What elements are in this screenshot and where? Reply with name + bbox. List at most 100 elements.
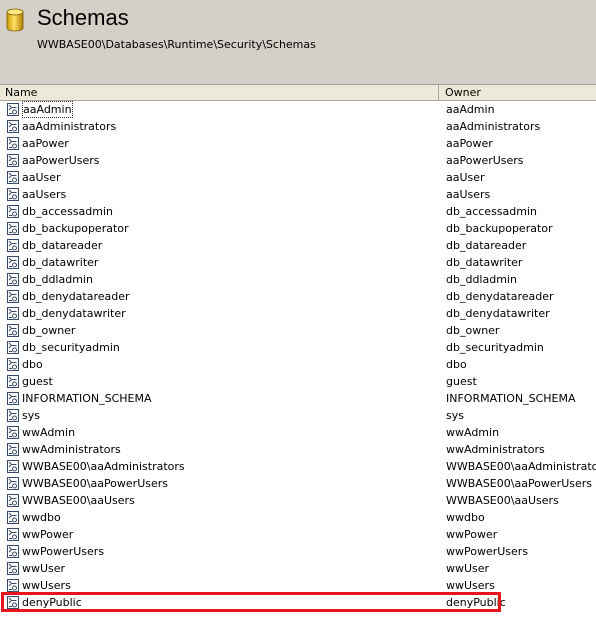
schema-name: db_owner [22,324,76,337]
schema-name: wwUser [22,562,66,575]
schema-icon [7,290,19,303]
table-row[interactable]: db_accessadmin db_accessadmin [0,203,596,220]
schema-icon [7,426,19,439]
schema-owner: aaAdministrators [446,120,541,133]
schema-icon [7,171,19,184]
schema-name: db_datareader [22,239,103,252]
column-header-name[interactable]: Name [0,85,439,100]
table-row[interactable]: wwAdministrators wwAdministrators [0,441,596,458]
schema-name: db_securityadmin [22,341,120,354]
schema-owner: WWBASE00\aaAdministrators [446,460,596,473]
column-header-owner[interactable]: Owner [440,85,596,100]
schema-owner: db_denydatawriter [446,307,550,320]
schema-icon [7,222,19,235]
schema-name: wwPowerUsers [22,545,105,558]
table-row[interactable]: WWBASE00\aaAdministrators WWBASE00\aaAdmi… [0,458,596,475]
table-row[interactable]: wwAdmin wwAdmin [0,424,596,441]
schema-owner: WWBASE00\aaUsers [446,494,559,507]
table-row[interactable]: wwUser wwUser [0,560,596,577]
schema-icon [7,494,19,507]
schema-owner: wwAdministrators [446,443,545,456]
schema-icon [7,528,19,541]
table-row[interactable]: dbo dbo [0,356,596,373]
schema-icon [7,579,19,592]
schema-name: aaAdmin [22,101,73,118]
schema-icon [7,358,19,371]
schema-owner: db_accessadmin [446,205,537,218]
table-row[interactable]: db_securityadmin db_securityadmin [0,339,596,356]
schema-owner: db_denydatareader [446,290,554,303]
schema-owner: db_securityadmin [446,341,544,354]
table-row[interactable]: wwPowerUsers wwPowerUsers [0,543,596,560]
schema-owner: aaPowerUsers [446,154,524,167]
schema-icon [7,562,19,575]
table-row[interactable]: db_denydatawriter db_denydatawriter [0,305,596,322]
schema-icon [7,120,19,133]
schema-name: aaUser [22,171,61,184]
table-row[interactable]: wwPower wwPower [0,526,596,543]
schema-name: db_denydatawriter [22,307,126,320]
schema-name: db_accessadmin [22,205,113,218]
schema-owner: db_owner [446,324,500,337]
schema-name: aaPower [22,137,69,150]
table-row[interactable]: aaPower aaPower [0,135,596,152]
schema-owner: db_datawriter [446,256,523,269]
schema-owner: sys [446,409,464,422]
schema-owner: wwUser [446,562,490,575]
table-row[interactable]: INFORMATION_SCHEMA INFORMATION_SCHEMA [0,390,596,407]
table-row[interactable]: WWBASE00\aaPowerUsers WWBASE00\aaPowerUse… [0,475,596,492]
table-row[interactable]: db_denydatareader db_denydatareader [0,288,596,305]
table-row[interactable]: wwdbo wwdbo [0,509,596,526]
schema-owner: aaPower [446,137,493,150]
schema-owner: wwAdmin [446,426,500,439]
schema-icon [7,239,19,252]
table-row[interactable]: db_backupoperator db_backupoperator [0,220,596,237]
schema-owner: wwPowerUsers [446,545,529,558]
table-row[interactable]: sys sys [0,407,596,424]
schema-icon [7,477,19,490]
schema-name: WWBASE00\aaPowerUsers [22,477,169,490]
schema-icon [7,375,19,388]
table-row[interactable]: db_owner db_owner [0,322,596,339]
table-row[interactable]: WWBASE00\aaUsers WWBASE00\aaUsers [0,492,596,509]
schema-icon [7,137,19,150]
schema-icon [7,341,19,354]
schema-owner: db_datareader [446,239,527,252]
schema-icon [7,409,19,422]
table-row[interactable]: aaAdmin aaAdmin [0,101,596,118]
schema-name: db_ddladmin [22,273,93,286]
schema-icon [7,545,19,558]
schema-owner: wwdbo [446,511,485,524]
table-row[interactable]: guest guest [0,373,596,390]
table-row[interactable]: db_datawriter db_datawriter [0,254,596,271]
schema-name: WWBASE00\aaUsers [22,494,135,507]
table-row[interactable]: aaUsers aaUsers [0,186,596,203]
schema-name: guest [22,375,53,388]
schema-owner: dbo [446,358,467,371]
schema-icon [7,205,19,218]
schema-owner: INFORMATION_SCHEMA [446,392,576,405]
schema-icon [7,188,19,201]
schema-name: wwdbo [22,511,61,524]
table-row[interactable]: aaAdministrators aaAdministrators [0,118,596,135]
schema-name: db_denydatareader [22,290,130,303]
toolbar-band [0,58,596,85]
schema-owner: aaUser [446,171,485,184]
schema-owner: db_ddladmin [446,273,517,286]
schema-owner: aaUsers [446,188,491,201]
schema-icon [7,392,19,405]
schema-name: wwAdministrators [22,443,121,456]
schema-name: db_datawriter [22,256,99,269]
table-row[interactable]: aaUser aaUser [0,169,596,186]
table-row[interactable]: db_datareader db_datareader [0,237,596,254]
schema-name: aaPowerUsers [22,154,100,167]
schema-icon [7,511,19,524]
table-row[interactable]: aaPowerUsers aaPowerUsers [0,152,596,169]
schema-name: aaUsers [22,188,67,201]
schema-name: wwPower [22,528,74,541]
table-row[interactable]: db_ddladmin db_ddladmin [0,271,596,288]
schema-name: WWBASE00\aaAdministrators [22,460,185,473]
schema-icon [7,443,19,456]
schema-name: aaAdministrators [22,120,117,133]
schema-name: dbo [22,358,43,371]
